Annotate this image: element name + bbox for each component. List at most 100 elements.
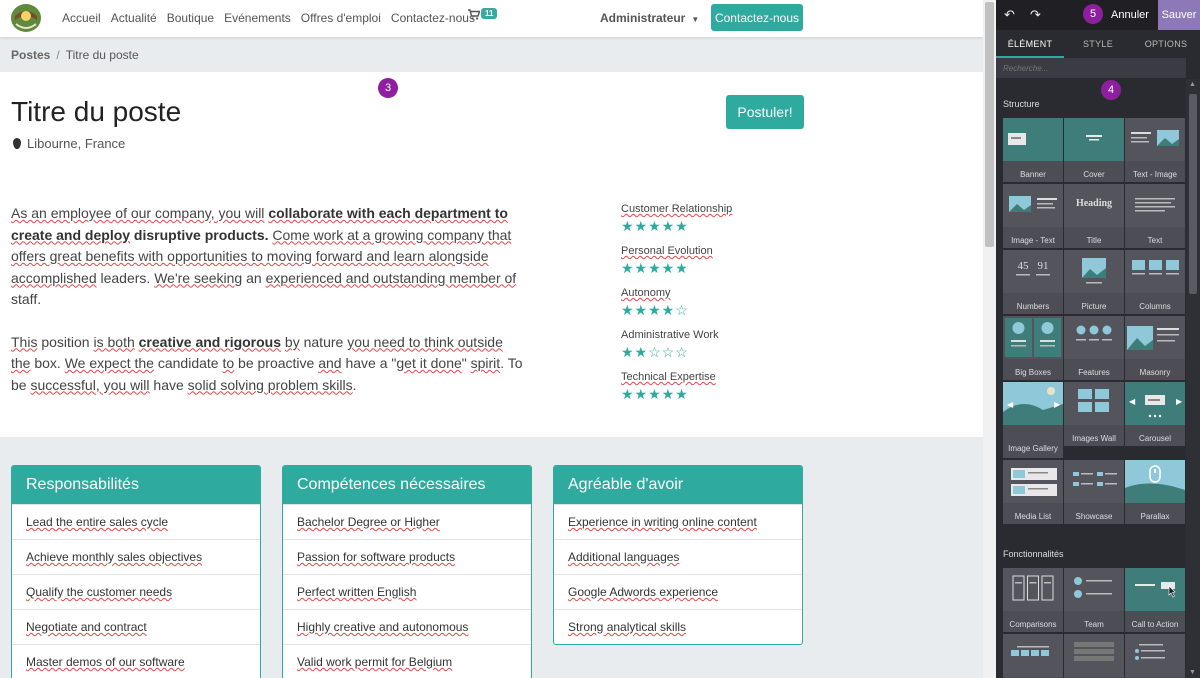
- user-menu[interactable]: Administrateur ▼: [600, 11, 699, 25]
- snippet-label: Picture: [1081, 302, 1107, 311]
- site-logo[interactable]: [9, 2, 43, 34]
- job-title[interactable]: Titre du poste: [11, 96, 181, 128]
- nav-link-contact[interactable]: Contactez-nous: [391, 11, 475, 25]
- description-paragraph-2[interactable]: This position is both creative and rigor…: [11, 332, 526, 397]
- editor-scrollbar[interactable]: ▲ ▼: [1186, 79, 1200, 678]
- list-item[interactable]: Passion for software products: [283, 539, 531, 574]
- website-page: Accueil Actualité Boutique Evénements Of…: [0, 0, 983, 678]
- list-item[interactable]: Additional languages: [554, 539, 802, 574]
- snippet-big-boxes[interactable]: Big Boxes: [1003, 316, 1063, 380]
- cart-count-badge: 11: [481, 8, 498, 19]
- snippet-columns[interactable]: Columns: [1125, 250, 1185, 314]
- snippet-text-image[interactable]: Text - Image: [1125, 118, 1185, 182]
- list-item[interactable]: Bachelor Degree or Higher: [283, 504, 531, 539]
- list-item[interactable]: Qualify the customer needs: [12, 574, 260, 609]
- skill-name[interactable]: Autonomy: [621, 287, 821, 299]
- description-paragraph-1[interactable]: As an employee of our company, you will …: [11, 203, 526, 311]
- tab-options[interactable]: OPTIONS: [1132, 30, 1200, 58]
- page-scrollbar[interactable]: [983, 0, 996, 678]
- snippet-images-wall[interactable]: Images Wall: [1064, 382, 1124, 446]
- nav-link-offres-emploi[interactable]: Offres d'emploi: [301, 11, 381, 25]
- skill-name[interactable]: Administrative Work: [621, 329, 821, 341]
- list-item[interactable]: Master demos of our software: [12, 644, 260, 678]
- card-title[interactable]: Responsabilités: [12, 466, 260, 504]
- snippet-image-gallery[interactable]: ◀ ▶ Image Gallery: [1003, 382, 1063, 458]
- apply-button[interactable]: Postuler!: [726, 95, 804, 129]
- skill-item: Customer Relationship ★★★★★: [621, 203, 821, 245]
- nav-link-evenements[interactable]: Evénements: [224, 11, 291, 25]
- list-item[interactable]: Valid work permit for Belgium: [283, 644, 531, 678]
- main-menu: Accueil Actualité Boutique Evénements Of…: [62, 11, 485, 25]
- comparisons-thumb-icon: [1003, 568, 1063, 611]
- skill-name[interactable]: Personal Evolution: [621, 245, 821, 257]
- tab-element[interactable]: ÉLÉMENT: [996, 30, 1064, 58]
- snippet-team[interactable]: Team: [1064, 568, 1124, 632]
- list-item[interactable]: Achieve monthly sales objectives: [12, 539, 260, 574]
- list-item[interactable]: Experience in writing online content: [554, 504, 802, 539]
- list-item[interactable]: Negotiate and contract: [12, 609, 260, 644]
- snippet-label: Banner: [1020, 170, 1046, 179]
- save-button[interactable]: Sauver: [1158, 0, 1200, 30]
- cancel-button[interactable]: Annuler: [1102, 0, 1158, 30]
- structure-blocks-grid: Banner Cover Text - Image Image - Text H…: [1003, 118, 1186, 524]
- snippet-banner[interactable]: Banner: [1003, 118, 1063, 182]
- snippet-title[interactable]: Heading Title: [1064, 184, 1124, 248]
- snippet-cover[interactable]: Cover: [1064, 118, 1124, 182]
- snippet-label: Masonry: [1139, 368, 1171, 377]
- svg-text:▶: ▶: [1054, 400, 1061, 409]
- snippet-label: Image Gallery: [1008, 444, 1058, 453]
- snippet-label: Media List: [1014, 512, 1052, 521]
- list-item[interactable]: Strong analytical skills: [554, 609, 802, 644]
- breadcrumb-separator: /: [56, 48, 60, 62]
- svg-text:91: 91: [1038, 260, 1049, 272]
- nav-link-actualite[interactable]: Actualité: [111, 11, 157, 25]
- nav-link-boutique[interactable]: Boutique: [167, 11, 214, 25]
- card-title[interactable]: Agréable d'avoir: [554, 466, 802, 504]
- snippet-showcase[interactable]: Showcase: [1064, 460, 1124, 524]
- undo-icon[interactable]: ↶: [1004, 7, 1015, 23]
- snippet-comparisons[interactable]: Comparisons: [1003, 568, 1063, 632]
- scroll-down-icon[interactable]: ▼: [1189, 669, 1196, 676]
- tab-style[interactable]: STYLE: [1064, 30, 1132, 58]
- skill-name[interactable]: Customer Relationship: [621, 203, 821, 215]
- snippet-carousel[interactable]: ◀ ▶ Carousel: [1125, 382, 1185, 446]
- snippet-label: Image - Text: [1011, 236, 1055, 245]
- snippet-call-to-action[interactable]: Call to Action: [1125, 568, 1185, 632]
- parallax-thumb-icon: [1125, 460, 1185, 503]
- contact-cta-button[interactable]: Contactez-nous: [711, 4, 803, 31]
- snippet-numbers[interactable]: 45 91 Numbers: [1003, 250, 1063, 314]
- list-item[interactable]: Lead the entire sales cycle: [12, 504, 260, 539]
- media-list-thumb-icon: [1003, 460, 1063, 503]
- step-marker-5: 5: [1083, 4, 1103, 24]
- list-item[interactable]: Google Adwords experience: [554, 574, 802, 609]
- cart-link[interactable]: 11: [468, 8, 498, 22]
- nav-link-accueil[interactable]: Accueil: [62, 11, 101, 25]
- snippet-more-2[interactable]: [1064, 634, 1124, 678]
- redo-icon[interactable]: ↷: [1030, 7, 1041, 23]
- snippet-image-text[interactable]: Image - Text: [1003, 184, 1063, 248]
- snippet-masonry[interactable]: Masonry: [1125, 316, 1185, 380]
- list-item[interactable]: Perfect written English: [283, 574, 531, 609]
- snippet-label: Text: [1147, 236, 1163, 245]
- snippet-media-list[interactable]: Media List: [1003, 460, 1063, 524]
- snippet-more-1[interactable]: [1003, 634, 1063, 678]
- scroll-up-icon[interactable]: ▲: [1189, 81, 1196, 88]
- snippet-parallax[interactable]: Parallax: [1125, 460, 1185, 524]
- snippet-features[interactable]: Features: [1064, 316, 1124, 380]
- scrollbar-thumb[interactable]: [985, 2, 994, 247]
- cover-thumb-icon: [1064, 118, 1124, 161]
- list-item[interactable]: Highly creative and autonomous: [283, 609, 531, 644]
- call-to-action-thumb-icon: [1125, 568, 1185, 611]
- skill-name[interactable]: Technical Expertise: [621, 371, 821, 383]
- top-navbar: Accueil Actualité Boutique Evénements Of…: [0, 0, 983, 37]
- card-title[interactable]: Compétences nécessaires: [283, 466, 531, 504]
- breadcrumb-postes[interactable]: Postes: [11, 48, 50, 62]
- snippet-picture[interactable]: Picture: [1064, 250, 1124, 314]
- picture-thumb-icon: [1064, 250, 1124, 293]
- search-input[interactable]: [996, 58, 1186, 78]
- snippet-more-3[interactable]: [1125, 634, 1185, 678]
- job-description[interactable]: As an employee of our company, you will …: [11, 203, 526, 417]
- snippet-text[interactable]: Text: [1125, 184, 1185, 248]
- chevron-down-icon: ▼: [691, 15, 700, 24]
- editor-scrollbar-thumb[interactable]: [1189, 94, 1197, 294]
